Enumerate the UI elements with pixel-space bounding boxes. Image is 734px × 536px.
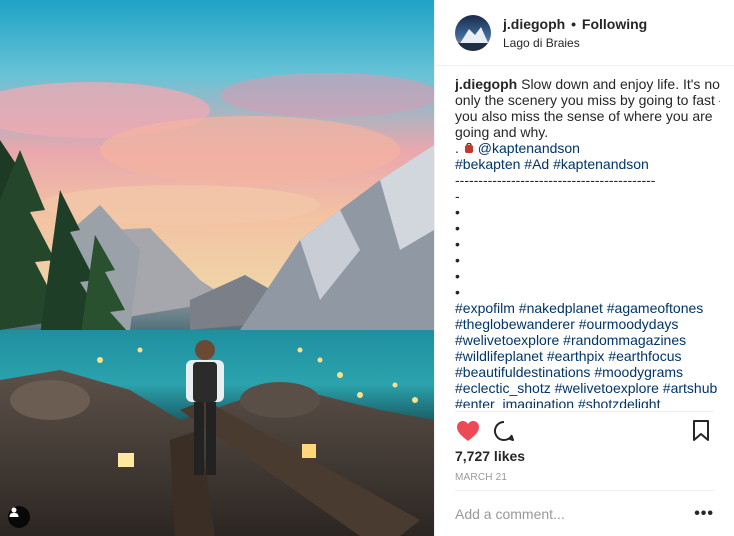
comment-input[interactable] bbox=[455, 505, 695, 522]
mention-prefix: . bbox=[455, 140, 459, 156]
comment-icon[interactable] bbox=[491, 418, 517, 444]
mention-link[interactable]: @kaptenandson bbox=[478, 140, 580, 156]
hashtag-line[interactable]: #bekapten #Ad #kaptenandson bbox=[455, 156, 720, 172]
hashtag-line[interactable]: #welivetoexplore #randommagazines bbox=[455, 332, 720, 348]
bag-emoji-icon bbox=[464, 142, 473, 153]
post-detail-panel: j.diegoph • Following Lago di Braies j.d… bbox=[434, 0, 734, 536]
header-separator: • bbox=[571, 15, 577, 32]
hashtag-line[interactable]: #expofilm #nakedplanet #agameoftones bbox=[455, 300, 720, 316]
hashtag-line[interactable]: #theglobewanderer #ourmoodydays bbox=[455, 316, 720, 332]
hashtag-line[interactable]: #enter_imagination #shotzdelight bbox=[455, 396, 720, 408]
person-icon[interactable] bbox=[8, 506, 30, 528]
avatar[interactable] bbox=[455, 14, 491, 51]
caption-bullet: • bbox=[455, 204, 460, 220]
post-date: MARCH 21 bbox=[455, 472, 508, 483]
caption-bullet: • bbox=[455, 284, 460, 300]
caption-username[interactable]: j.diegoph bbox=[455, 76, 517, 92]
hashtag-line[interactable]: #wildlifeplanet #earthpix #earthfocus bbox=[455, 348, 720, 364]
post-header: j.diegoph • Following Lago di Braies bbox=[435, 0, 734, 66]
caption-bullet: • bbox=[455, 268, 460, 284]
likes-count[interactable]: 7,727 likes bbox=[455, 448, 525, 464]
landscape-illustration bbox=[0, 0, 434, 536]
action-bar bbox=[455, 411, 714, 447]
username-link[interactable]: j.diegoph bbox=[503, 16, 565, 32]
following-button[interactable]: Following bbox=[582, 16, 647, 32]
caption-bullet: • bbox=[455, 252, 460, 268]
caption: j.diegoph Slow down and enjoy life. It's… bbox=[455, 76, 720, 408]
caption-dash: - bbox=[455, 188, 460, 204]
comment-bar: ••• bbox=[455, 490, 714, 536]
bookmark-icon[interactable] bbox=[688, 418, 714, 444]
hashtag-line[interactable]: #eclectic_shotz #welivetoexplore #artshu… bbox=[455, 380, 720, 396]
caption-line: going and why. bbox=[455, 124, 549, 140]
location-link[interactable]: Lago di Braies bbox=[503, 35, 647, 51]
heart-filled-icon[interactable] bbox=[455, 418, 481, 444]
caption-text: Slow down and enjoy life. It's not bbox=[521, 76, 720, 92]
post-photo[interactable] bbox=[0, 0, 434, 536]
caption-divider: ----------------------------------------… bbox=[455, 172, 656, 188]
hashtag-line[interactable]: #beautifuldestinations #moodygrams bbox=[455, 364, 720, 380]
caption-bullet: • bbox=[455, 220, 460, 236]
caption-line: you also miss the sense of where you are bbox=[455, 108, 713, 124]
caption-line: only the scenery you miss by going to fa… bbox=[455, 92, 720, 108]
more-options-icon[interactable]: ••• bbox=[694, 505, 714, 523]
caption-bullet: • bbox=[455, 236, 460, 252]
